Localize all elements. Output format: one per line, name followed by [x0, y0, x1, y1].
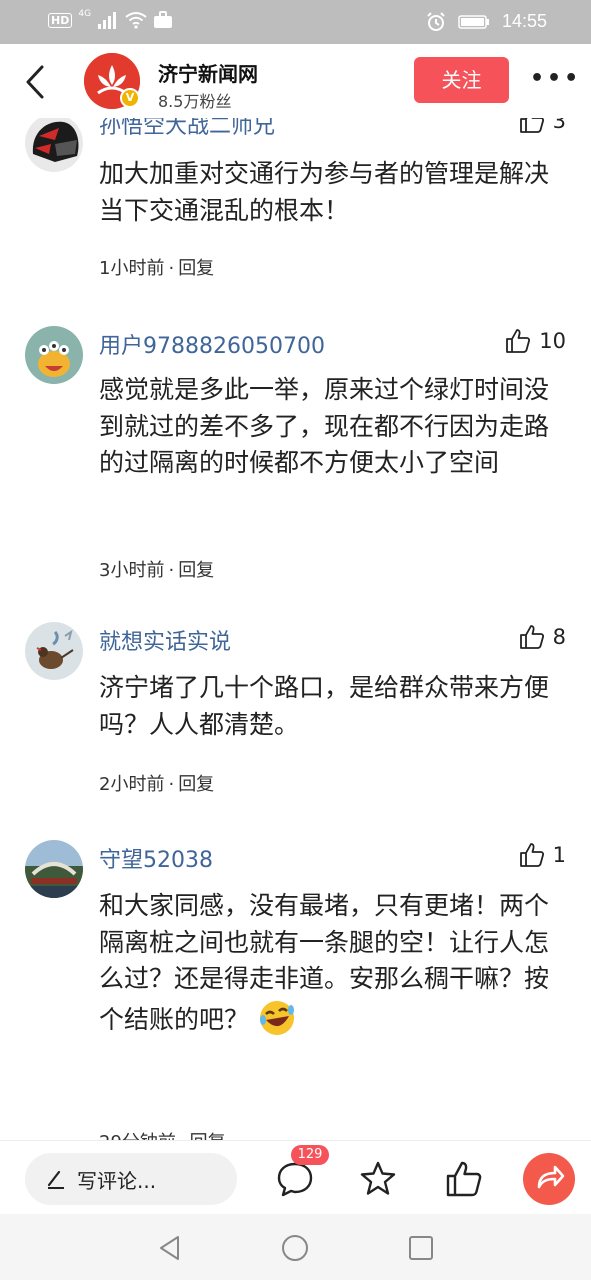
thumbs-up-icon[interactable] [444, 1159, 484, 1199]
like-button[interactable]: 1 [519, 842, 566, 868]
circle-home-icon[interactable] [281, 1234, 309, 1262]
system-nav-bar [0, 1214, 591, 1280]
comment-item: 就想实话实说 8 济宁堵了几十个路口，是给群众带来方便吗？人人都清楚。 2小时前… [0, 618, 591, 808]
user-avatar[interactable] [25, 840, 83, 898]
comment-time: 2小时前 [99, 774, 165, 795]
network-type-label: 4G [78, 9, 92, 19]
comment-text: 济宁堵了几十个路口，是给群众带来方便吗？人人都清楚。 [99, 673, 550, 739]
back-arrow-icon[interactable] [20, 62, 50, 102]
meta-separator: · [168, 774, 175, 795]
wifi-icon [125, 12, 147, 29]
more-options-button[interactable]: ••• [530, 66, 578, 96]
comment-meta: 2小时前 · 回复 [99, 770, 214, 796]
pencil-icon [47, 1170, 64, 1189]
comment-item: 用户9788826050700 10 感觉就是多此一举，原来过个绿灯时间没到就过… [0, 324, 591, 594]
comment-meta: 3小时前 · 回复 [99, 556, 214, 582]
comment-meta: 1小时前 · 回复 [99, 254, 214, 280]
follow-button[interactable]: 关注 [414, 57, 509, 103]
comment-time: 1小时前 [99, 258, 165, 279]
comment-username[interactable]: 孙悟空大战二师兄 [99, 118, 275, 140]
thumbs-up-icon [519, 843, 544, 867]
comment-item: 孙悟空大战二师兄 3 加大加重对交通行为参与者的管理是解决当下交通混乱的根本！ … [0, 118, 591, 304]
comment-bubble-icon[interactable] [275, 1159, 315, 1199]
status-right: 14:55 [426, 11, 547, 32]
hd-indicator: HD [48, 12, 73, 28]
comment-text: 加大加重对交通行为参与者的管理是解决当下交通混乱的根本！ [99, 159, 550, 225]
comment-username[interactable]: 就想实话实说 [99, 624, 231, 656]
meta-separator: · [168, 258, 175, 279]
write-comment-placeholder: 写评论... [77, 1168, 157, 1193]
alarm-icon [427, 11, 445, 31]
status-bar: HD 4G 14:55 [0, 0, 591, 44]
like-button[interactable]: 10 [505, 328, 566, 354]
article-header: V 济宁新闻网 8.5万粉丝 关注 ••• [0, 44, 591, 118]
clock: 14:55 [501, 11, 547, 31]
comment-time: 3小时前 [99, 560, 165, 581]
like-count: 8 [552, 625, 566, 649]
verified-badge: V [120, 88, 140, 108]
thumbs-up-icon [519, 625, 544, 649]
like-button[interactable]: 8 [519, 624, 566, 650]
comment-text: 和大家同感，没有最堵，只有更堵！两个隔离桩之间也就有一条腿的空！让行人怎么过？还… [99, 888, 569, 1038]
reply-link[interactable]: 回复 [190, 1132, 226, 1140]
thumbs-up-icon [506, 329, 531, 353]
bottom-toolbar: 写评论... 129 [0, 1140, 591, 1214]
meta-separator: · [180, 1132, 186, 1140]
comment-meta: 29分钟前 · 回复 [99, 1128, 226, 1140]
briefcase-icon [154, 11, 173, 28]
publisher-name[interactable]: 济宁新闻网 [158, 58, 258, 87]
helmet-avatar-icon [25, 118, 83, 172]
comment-text: 感觉就是多此一举，原来过个绿灯时间没到就过的差不多了，现在都不行因为走路的过隔离… [99, 375, 550, 477]
comment-count-badge: 129 [291, 1145, 329, 1165]
user-avatar[interactable] [25, 326, 83, 384]
meta-separator: · [168, 560, 175, 581]
status-left: HD 4G [48, 9, 173, 29]
comment-list[interactable]: 孙悟空大战二师兄 3 加大加重对交通行为参与者的管理是解决当下交通混乱的根本！ … [0, 118, 591, 1140]
comment-username[interactable]: 用户9788826050700 [99, 328, 325, 360]
like-count: 3 [552, 118, 566, 133]
reply-link[interactable]: 回复 [178, 560, 214, 581]
comment-item: 守望52038 1 和大家同感，没有最堵，只有更堵！两个隔离桩之间也就有一条腿的… [0, 836, 591, 1140]
share-button[interactable] [523, 1153, 575, 1205]
user-avatar[interactable] [25, 622, 83, 680]
bridge-photo-avatar-icon [25, 840, 83, 898]
user-avatar[interactable] [25, 118, 83, 172]
square-recent-icon[interactable] [407, 1234, 435, 1262]
reply-link[interactable]: 回复 [178, 258, 214, 279]
reply-link[interactable]: 回复 [178, 774, 214, 795]
like-count: 1 [552, 843, 566, 867]
like-count: 10 [539, 329, 566, 353]
comment-text-body: 和大家同感，没有最堵，只有更堵！两个隔离桩之间也就有一条腿的空！让行人怎么过？还… [99, 891, 550, 1034]
share-arrow-icon [537, 1165, 565, 1189]
comment-time: 29分钟前 [99, 1132, 176, 1140]
write-comment-input[interactable]: 写评论... [25, 1153, 237, 1205]
star-icon[interactable] [358, 1159, 398, 1199]
laughing-emoji-icon [259, 1000, 294, 1035]
signal-icon [98, 12, 117, 29]
painting-avatar-icon [25, 622, 83, 680]
comment-username[interactable]: 守望52038 [99, 842, 213, 874]
thumbs-up-icon [519, 118, 544, 133]
triangle-back-icon[interactable] [156, 1234, 184, 1262]
battery-icon [458, 14, 489, 29]
monster-avatar-icon [25, 326, 83, 384]
fans-count: 8.5万粉丝 [158, 92, 232, 111]
like-button[interactable]: 3 [519, 118, 566, 134]
